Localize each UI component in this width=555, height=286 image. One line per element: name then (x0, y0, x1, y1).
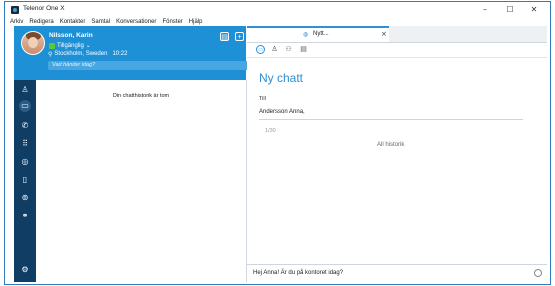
local-time: 10:22 (112, 51, 128, 57)
contacts-icon[interactable]: ♙ (20, 85, 30, 95)
chat-bubble-icon: ◍ (303, 32, 309, 38)
globe-icon[interactable]: ◎ (20, 157, 30, 167)
message-counter: 1/30 (265, 128, 276, 134)
tab-label: Nytt... (313, 31, 329, 37)
profile-header: Nilsson, Karin Tillgänglig ⌄ ⚲ Stockholm… (14, 26, 254, 80)
tab-new-chat[interactable]: ◍ Nytt... × (247, 26, 389, 42)
divider (259, 119, 523, 120)
chat-icon[interactable]: ▭ (19, 100, 31, 112)
location-row: ⚲ Stockholm, Sweden 10:22 (48, 51, 127, 58)
tab-close-icon[interactable]: × (381, 30, 387, 38)
conversation-toolbar: ▭ ♙ ⚇ ▤ (247, 43, 547, 58)
contacts-card-icon[interactable]: ▤ (220, 32, 229, 41)
link-icon[interactable]: ⚭ (20, 211, 30, 221)
person-icon[interactable]: ♙ (270, 45, 279, 54)
close-button[interactable]: ✕ (528, 4, 540, 15)
history-empty-text: Din chatthistorik är tom (112, 93, 170, 99)
to-label: Till (259, 96, 266, 102)
recipient-field[interactable]: Andersson Anna, (259, 109, 305, 115)
dialpad-icon[interactable]: ⠿ (20, 139, 30, 149)
profile-name: Nilsson, Karin (49, 32, 93, 39)
settings-icon[interactable]: ⚙ (20, 265, 30, 275)
presence-dot-icon (49, 42, 55, 49)
maximize-button[interactable]: ☐ (504, 4, 516, 15)
nav-rail: ♙ ▭ ✆ ⠿ ◎ ▯ ⊚ ⚭ ⚙ (14, 80, 36, 282)
compose-area: Hej Anna! Är du på kontoret idag? (247, 264, 547, 283)
tab-bar: ◍ Nytt... × (247, 26, 547, 43)
avatar[interactable] (21, 31, 45, 55)
minimize-button[interactable]: – (479, 4, 491, 15)
window-title: Telenor One X (23, 5, 65, 12)
message-input[interactable]: Hej Anna! Är du på kontoret idag? (253, 270, 343, 276)
presence-status[interactable]: Tillgänglig ⌄ (49, 42, 91, 49)
all-history-link[interactable]: All historik (377, 142, 404, 148)
chat-history-panel: Din chatthistorik är tom (36, 80, 247, 282)
chevron-down-icon: ⌄ (85, 42, 91, 49)
group-icon[interactable]: ⚇ (284, 45, 293, 54)
location-pin-icon: ⚲ (48, 52, 53, 58)
mood-input[interactable]: Vad händer idag? (48, 61, 254, 70)
emoji-icon[interactable] (534, 269, 542, 277)
app-logo-icon (11, 6, 19, 14)
title-bar: Telenor One X – ☐ ✕ (5, 2, 550, 17)
conversation-title: Ny chatt (259, 71, 304, 85)
phone-transfer-icon[interactable]: ▯ (20, 175, 30, 185)
call-history-icon[interactable]: ✆ (20, 121, 30, 131)
chat-mode-icon[interactable]: ▭ (256, 45, 265, 54)
voicemail-icon[interactable]: ⊚ (20, 193, 30, 203)
add-icon[interactable]: + (235, 32, 244, 41)
location-text: Stockholm, Sweden (54, 51, 108, 57)
presence-label: Tillgänglig (57, 42, 84, 49)
conversation-pane: ◍ Nytt... × ▭ ♙ ⚇ ▤ Ny chatt Till Anders… (247, 26, 547, 283)
clipboard-icon[interactable]: ▤ (299, 45, 308, 54)
